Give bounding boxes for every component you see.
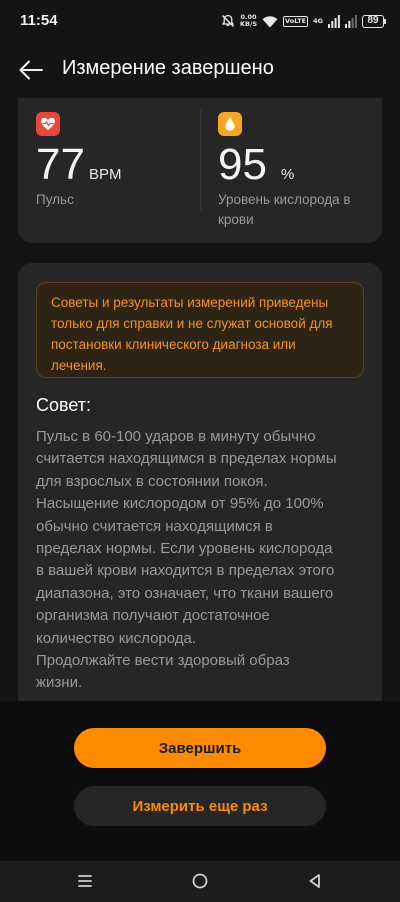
advice-heading: Совет: <box>36 395 92 415</box>
metric-divider <box>200 110 201 210</box>
back-nav-button[interactable] <box>303 869 327 893</box>
advice-line: считается находящимся в пределах нормы <box>36 450 337 468</box>
advice-line: Продолжайте вести здоровый образ <box>36 652 290 670</box>
drop-icon <box>218 112 242 136</box>
advice-line: жизни. <box>36 674 83 692</box>
oxygen-label: Уровень кислорода в крови <box>218 192 351 227</box>
advice-line: организма получают достаточное <box>36 607 270 625</box>
advice-line: в вашей крови находится в пределах этого <box>36 562 335 580</box>
advice-line: обычно считается находящимся в <box>36 517 273 535</box>
triangle-back-icon <box>309 874 320 888</box>
status-bar: 11:54 0.00 KB/S VoLTE 4G 89 <box>0 0 400 42</box>
action-area: Завершить Измерить еще раз <box>0 701 400 861</box>
advice-text: Пульс в 60-100 ударов в минуту обычно сч… <box>36 426 372 695</box>
pulse-unit: BPM <box>88 166 122 183</box>
finish-button[interactable]: Завершить <box>74 728 326 768</box>
battery-level: 89 <box>362 14 384 28</box>
metrics-card: 77 BPM Пульс 95% Уровень кислорода в кров… <box>18 98 382 243</box>
advice-line: для взрослых в состоянии покоя. <box>36 472 268 490</box>
circle-icon <box>192 873 208 889</box>
back-button[interactable] <box>16 56 46 84</box>
advice-line: количество кислорода. <box>36 629 197 647</box>
volte-badge: VoLTE <box>283 15 309 27</box>
battery-icon: 89 <box>362 14 386 28</box>
network-type: 4G <box>313 17 323 25</box>
signal-icon <box>328 14 340 28</box>
wifi-icon <box>262 15 278 27</box>
app-bar: Измерение завершено <box>0 42 400 98</box>
oxygen-unit: % <box>280 166 295 183</box>
pulse-value: 77 BPM <box>36 140 122 189</box>
signal-icon-2 <box>345 14 357 28</box>
home-button[interactable] <box>188 869 212 893</box>
advice-line: диапазона, это означает, что ткани вашег… <box>36 584 334 602</box>
status-time: 11:54 <box>20 12 58 29</box>
page-title: Измерение завершено <box>62 57 274 79</box>
advice-line: пределах нормы. Если уровень кислорода <box>36 540 333 558</box>
status-icons: 0.00 KB/S VoLTE 4G 89 <box>221 12 386 30</box>
system-nav-bar <box>0 861 400 902</box>
oxygen-value: 95% <box>218 140 295 189</box>
pulse-label: Пульс <box>36 192 74 207</box>
network-speed: 0.00 KB/S <box>240 13 258 28</box>
advice-line: Насыщение кислородом от 95% до 100% <box>36 495 324 513</box>
menu-icon <box>78 875 92 887</box>
result-content[interactable]: 77 BPM Пульс 95% Уровень кислорода в кров… <box>0 98 400 701</box>
heart-pulse-icon <box>36 112 60 136</box>
measure-again-button[interactable]: Измерить еще раз <box>74 786 326 826</box>
disclaimer-notice: Советы и результаты измерений приведены … <box>36 282 364 378</box>
recent-apps-button[interactable] <box>73 869 97 893</box>
mute-bell-icon <box>221 14 235 27</box>
arrow-left-icon <box>19 60 43 80</box>
advice-line: Пульс в 60-100 ударов в минуту обычно <box>36 428 316 445</box>
advice-card: Советы и результаты измерений приведены … <box>18 263 382 701</box>
